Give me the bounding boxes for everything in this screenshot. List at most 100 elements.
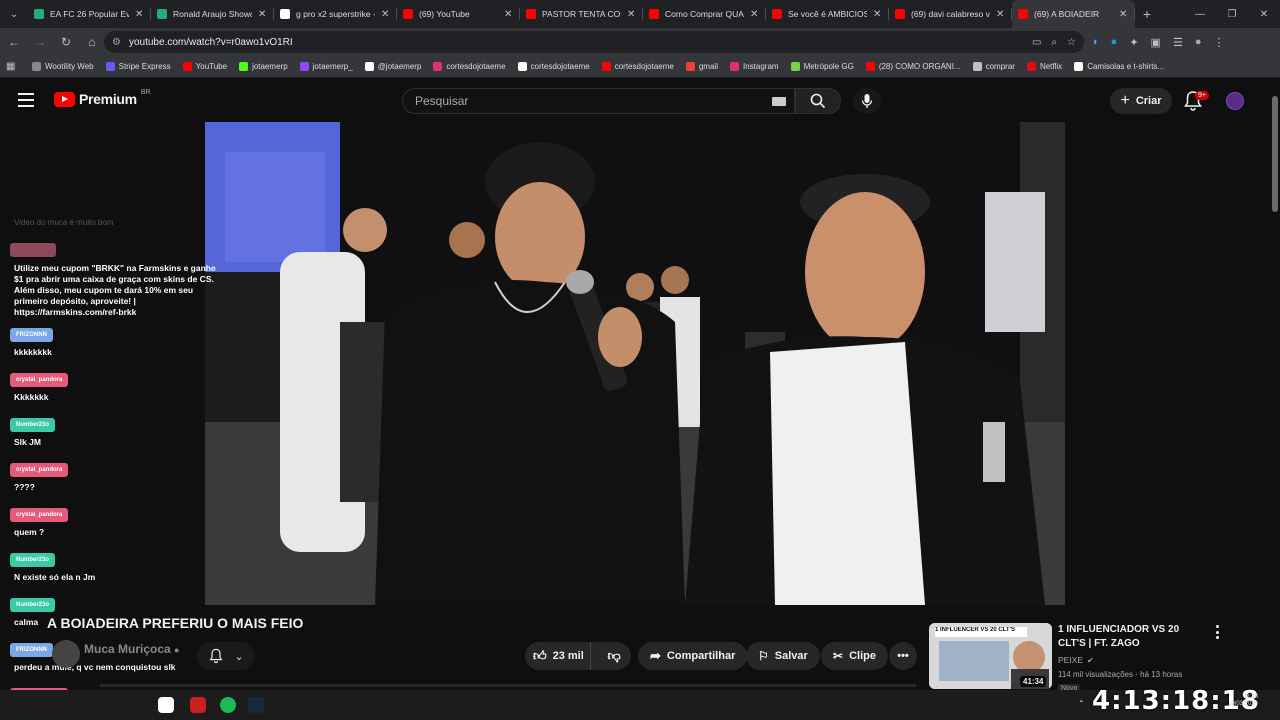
taskbar-app-icon[interactable] [190,697,206,713]
search-input[interactable]: Pesquisar [402,88,795,114]
home-icon[interactable]: ⌂ [80,30,104,54]
dislike-button[interactable]: 👎︎ [597,648,631,664]
site-info-icon[interactable]: ⚙ [112,37,121,48]
like-button[interactable]: 👍︎ 23 mil [525,642,592,670]
browser-tab[interactable]: (69) davi calabreso v ✕ [889,0,1012,28]
puzzle-icon[interactable]: ✦ [1129,36,1138,49]
youtube-logo[interactable]: Premium BR [54,89,151,107]
bookmark-label: cortesdojotaeme [614,62,674,71]
clip-button[interactable]: ✂ Clipe [821,642,888,670]
close-window-icon[interactable]: ✕ [1248,0,1280,28]
bookmarks-bar: ▦ Wootility Web Stripe Express YouTube jota… [0,56,1280,78]
account-avatar[interactable] [1226,92,1244,110]
voice-search-button[interactable] [853,88,881,114]
url-text: youtube.com/watch?v=r0awo1vO1RI [128,36,293,48]
steam-icon[interactable] [248,697,264,713]
scrollbar-thumb[interactable] [1272,96,1278,212]
tab-favicon-icon [895,9,905,19]
search-button[interactable] [795,88,841,114]
browser-tab[interactable]: (69) YouTube ✕ [397,0,520,28]
tray-chevron-icon[interactable]: ⌃ [1078,699,1085,708]
apps-icon[interactable]: ▦ [6,61,26,72]
chat-username: crystal_pandora [10,463,69,477]
tab-search-icon[interactable]: ⌄ [0,0,28,28]
new-tab-button[interactable]: + [1135,6,1159,22]
tab-close-icon[interactable]: ✕ [996,9,1006,20]
browser-tab[interactable]: g pro x2 superstrike - ✕ [274,0,397,28]
keyboard-icon[interactable] [772,97,786,106]
tab-close-icon[interactable]: ✕ [381,9,391,20]
minimize-icon[interactable]: — [1184,0,1216,28]
bookmark-item[interactable]: jotaemerp [233,62,294,71]
bookmark-item[interactable]: cortesdojotaeme [427,62,511,71]
spotify-icon[interactable] [220,697,236,713]
cast-icon[interactable]: ▭ [1032,37,1041,48]
reading-list-icon[interactable]: ☰ [1173,36,1183,49]
bookmark-favicon-icon [239,62,249,71]
browser-tab[interactable]: Ronald Araujo Showc ✕ [151,0,274,28]
bookmark-item[interactable]: YouTube [177,62,233,71]
subscription-bell-button[interactable]: ⌄ [197,642,255,670]
profile-icon[interactable]: ● [1195,36,1202,48]
create-button[interactable]: + Criar [1110,88,1172,114]
zoom-icon[interactable]: ⌕ [1051,37,1057,48]
channel-avatar[interactable] [52,640,80,668]
bookmark-item[interactable]: Metrópole GG [785,62,860,71]
tab-close-icon[interactable]: ✕ [504,9,514,20]
bookmark-item[interactable]: cortesdojotaeme [596,62,680,71]
suggested-channel[interactable]: PEIXE ✔ [1058,655,1094,665]
channel-name[interactable]: Muca Muriçoca ● [84,642,179,656]
bookmark-item[interactable]: Camisolas e t-shirts... [1068,62,1170,71]
plus-icon: + [1120,92,1130,109]
bookmark-item[interactable]: Wootility Web [26,62,100,71]
tab-close-icon[interactable]: ✕ [1119,9,1129,20]
menu-icon[interactable]: ⋮ [1213,36,1224,49]
share-button[interactable]: ➦ Compartilhar [638,642,748,670]
video-title: A BOIADEIRA PREFERIU O MAIS FEIO [47,615,304,631]
more-actions-button[interactable]: ••• [889,642,917,670]
back-icon[interactable]: ← [2,30,26,54]
tab-close-icon[interactable]: ✕ [750,9,760,20]
save-button[interactable]: ⚐ Salvar [746,642,820,670]
bookmark-item[interactable]: @jotaemerp [359,62,428,71]
like-dislike-group: 👍︎ 23 mil 👎︎ [525,642,631,670]
hamburger-menu-icon[interactable] [18,93,34,107]
extension-icon[interactable]: ◗ [1092,36,1099,48]
taskbar-app-icon[interactable] [158,697,174,713]
tab-close-icon[interactable]: ✕ [258,9,268,20]
bookmark-item[interactable]: comprar [967,62,1021,71]
tab-search-icon[interactable]: ▣ [1151,36,1161,49]
forward-icon[interactable]: → [28,30,52,54]
share-label: Compartilhar [666,650,736,662]
suggested-video-title[interactable]: 1 INFLUENCIADOR VS 20 CLT'S | FT. ZAGO [1058,623,1208,651]
thumbs-up-icon: 👍︎ [533,648,547,663]
tab-favicon-icon [280,9,290,19]
browser-tab[interactable]: Se você é AMBICIOS ✕ [766,0,889,28]
tab-close-icon[interactable]: ✕ [627,9,637,20]
browser-tab[interactable]: PASTOR TENTA CON ✕ [520,0,643,28]
browser-tab[interactable]: EA FC 26 Popular Evo ✕ [28,0,151,28]
bookmark-item[interactable]: Instagram [724,62,785,71]
browser-tab[interactable]: (69) A BOIADEIR ✕ [1012,0,1135,28]
video-player[interactable] [205,122,1065,605]
bookmark-item[interactable]: jotaemerp_ [294,62,359,71]
maximize-icon[interactable]: ❐ [1216,0,1248,28]
tab-favicon-icon [649,9,659,19]
bookmark-star-icon[interactable]: ☆ [1067,37,1076,48]
suggested-video-menu-icon[interactable] [1212,625,1222,639]
bookmark-item[interactable]: (28) COMO ORGANI... [860,62,967,71]
browser-tab[interactable]: Como Comprar QUA ✕ [643,0,766,28]
chat-username: Number23o [10,598,56,612]
tab-close-icon[interactable]: ✕ [135,9,145,20]
address-bar[interactable]: ⚙ youtube.com/watch?v=r0awo1vO1RI ▭ ⌕ ☆ [104,31,1084,53]
bookmark-item[interactable]: gmail [680,62,724,71]
bookmark-item[interactable]: cortesdojotaeme [512,62,596,71]
tab-title: Ronald Araujo Showc [173,9,252,19]
bookmark-item[interactable]: Netflix [1021,62,1068,71]
reload-icon[interactable]: ↻ [54,30,78,54]
bookmark-favicon-icon [1026,62,1036,71]
extension-icon[interactable]: ● [1111,36,1118,48]
bookmark-item[interactable]: Stripe Express [100,62,177,71]
tab-close-icon[interactable]: ✕ [873,9,883,20]
tray-clock[interactable]: 08:18 10/03/2024 [1228,694,1258,708]
